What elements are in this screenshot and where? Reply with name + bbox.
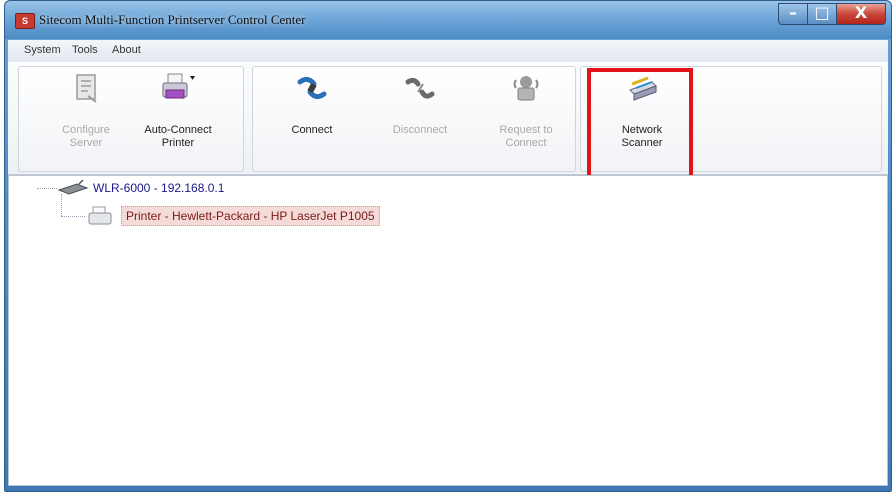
menu-tools[interactable]: Tools bbox=[72, 44, 98, 56]
tree-connector bbox=[61, 194, 62, 216]
connect-icon bbox=[297, 76, 327, 100]
toolbar: Configure Server Auto-Connect Printer Co… bbox=[8, 62, 888, 175]
connect-label: Connect bbox=[291, 124, 333, 136]
app-logo-icon: S bbox=[15, 13, 35, 29]
disconnect-button[interactable]: Disconnect bbox=[380, 72, 460, 162]
request-to-connect-button[interactable]: Request to Connect bbox=[486, 72, 566, 162]
window-title: Sitecom Multi-Function Printserver Contr… bbox=[39, 12, 306, 27]
close-button[interactable]: X bbox=[836, 3, 886, 25]
request-to-connect-label: Request to Connect bbox=[499, 124, 553, 149]
auto-connect-printer-label: Auto-Connect Printer bbox=[144, 124, 212, 149]
device-tree-panel: WLR-6000 - 192.168.0.1 Printer - Hewlett… bbox=[8, 175, 888, 486]
menu-system[interactable]: System bbox=[24, 44, 61, 56]
maximize-button[interactable]: □ bbox=[807, 3, 837, 25]
tree-node-server[interactable]: WLR-6000 - 192.168.0.1 bbox=[93, 181, 224, 195]
configure-server-label: Configure Server bbox=[62, 124, 110, 149]
highlight-box bbox=[587, 68, 693, 180]
printer-node-icon bbox=[88, 206, 112, 225]
title-bar[interactable]: S Sitecom Multi-Function Printserver Con… bbox=[5, 1, 891, 39]
tree-node-printer[interactable]: Printer - Hewlett-Packard - HP LaserJet … bbox=[121, 206, 380, 226]
connect-button[interactable]: Connect bbox=[272, 72, 352, 162]
disconnect-icon bbox=[405, 77, 435, 99]
configure-server-icon bbox=[76, 74, 97, 103]
minimize-button[interactable]: – bbox=[778, 3, 808, 25]
disconnect-label: Disconnect bbox=[392, 124, 448, 136]
menu-about[interactable]: About bbox=[112, 44, 141, 56]
tree-connector bbox=[61, 216, 85, 217]
configure-server-button[interactable]: Configure Server bbox=[46, 72, 126, 162]
tree-connector bbox=[37, 188, 57, 189]
router-icon bbox=[57, 180, 89, 195]
printer-icon bbox=[162, 73, 195, 99]
menu-bar: System Tools About bbox=[8, 40, 888, 63]
auto-connect-printer-button[interactable]: Auto-Connect Printer bbox=[138, 72, 218, 162]
request-connect-icon bbox=[513, 76, 539, 101]
